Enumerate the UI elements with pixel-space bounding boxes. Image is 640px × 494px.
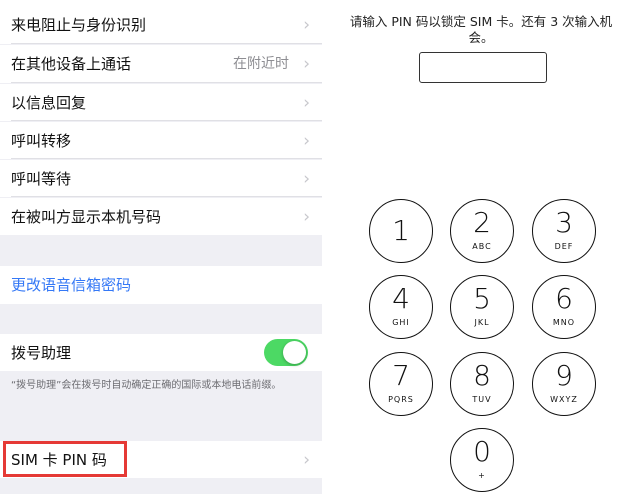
row-label: 在被叫方显示本机号码 — [11, 208, 162, 226]
key-letters: PQRS — [388, 395, 414, 404]
key-digit: 9 — [555, 359, 573, 392]
key-letters: + — [478, 471, 486, 480]
row-label: 在其他设备上通话 — [11, 55, 132, 73]
row-separator — [11, 43, 322, 44]
key-letters: ABC — [472, 242, 492, 251]
pin-entry-panel: 请输入 PIN 码以锁定 SIM 卡。还有 3 次输入机 会。 1 2 ABC … — [322, 0, 640, 494]
voicemail-password-link[interactable]: 更改语音信箱密码 — [11, 266, 131, 304]
row-calls-on-other-devices[interactable]: 在其他设备上通话 在附近时 › — [0, 45, 322, 83]
row-show-caller-id[interactable]: 在被叫方显示本机号码 › — [0, 198, 322, 235]
pin-prompt: 请输入 PIN 码以锁定 SIM 卡。还有 3 次输入机 会。 — [322, 14, 640, 46]
keypad-key-8[interactable]: 8 TUV — [450, 352, 514, 416]
chevron-right-icon: › — [303, 450, 310, 470]
chevron-right-icon: › — [303, 93, 310, 113]
keypad-key-5[interactable]: 5 JKL — [450, 275, 514, 339]
keypad-key-2[interactable]: 2 ABC — [450, 199, 514, 263]
keypad-key-9[interactable]: 9 WXYZ — [532, 352, 596, 416]
keypad-key-7[interactable]: 7 PQRS — [369, 352, 433, 416]
settings-panel: 来电阻止与身份识别 › 在其他设备上通话 在附近时 › 以信息回复 › 呼叫转移… — [0, 0, 322, 494]
row-label: 呼叫等待 — [11, 170, 72, 188]
row-call-blocking[interactable]: 来电阻止与身份识别 › — [0, 0, 322, 44]
dial-assist-toggle[interactable] — [264, 339, 308, 366]
row-value: 在附近时 — [233, 56, 289, 72]
key-digit: 2 — [473, 206, 491, 239]
row-label: 呼叫转移 — [11, 132, 72, 150]
row-call-waiting[interactable]: 呼叫等待 › — [0, 160, 322, 197]
chevron-right-icon: › — [303, 54, 310, 74]
row-separator — [11, 82, 322, 83]
key-letters: DEF — [554, 242, 574, 251]
row-call-forwarding[interactable]: 呼叫转移 › — [0, 122, 322, 159]
chevron-right-icon: › — [303, 131, 310, 151]
dial-assist-footnote: “拨号助理”会在拨号时自动确定正确的国际或本地电话前缀。 — [11, 380, 282, 391]
chevron-right-icon: › — [303, 207, 310, 227]
row-change-voicemail-password[interactable]: 更改语音信箱密码 — [0, 266, 322, 304]
key-digit: 3 — [555, 206, 573, 239]
pin-prompt-line: 会。 — [468, 30, 494, 45]
toggle-knob — [283, 341, 306, 364]
row-label: 以信息回复 — [11, 94, 87, 112]
keypad-key-4[interactable]: 4 GHI — [369, 275, 433, 339]
row-label: 拨号助理 — [11, 344, 72, 362]
key-letters: GHI — [392, 318, 410, 327]
row-separator — [11, 120, 322, 121]
key-letters: JKL — [474, 318, 490, 327]
keypad-key-0[interactable]: 0 + — [450, 428, 514, 492]
highlight-box — [3, 441, 127, 477]
keypad-key-3[interactable]: 3 DEF — [532, 199, 596, 263]
key-digit: 8 — [473, 359, 491, 392]
key-letters: WXYZ — [550, 395, 578, 404]
key-digit: 7 — [392, 359, 410, 392]
row-respond-with-text[interactable]: 以信息回复 › — [0, 84, 322, 121]
pin-prompt-line: 请输入 PIN 码以锁定 SIM 卡。还有 3 次输入机 — [349, 14, 613, 29]
key-digit: 5 — [473, 282, 491, 315]
key-letters: TUV — [472, 395, 492, 404]
row-separator — [11, 196, 322, 197]
keypad-key-6[interactable]: 6 MNO — [532, 275, 596, 339]
key-digit: 4 — [392, 282, 410, 315]
chevron-right-icon: › — [303, 169, 310, 189]
key-letters: MNO — [552, 318, 576, 327]
row-separator — [11, 158, 322, 159]
key-digit: 0 — [473, 435, 491, 468]
key-digit: 1 — [392, 214, 410, 247]
key-digit: 6 — [555, 282, 573, 315]
keypad-key-1[interactable]: 1 — [369, 199, 433, 263]
pin-input-field[interactable] — [419, 52, 547, 83]
row-dial-assist: 拨号助理 — [0, 334, 322, 371]
